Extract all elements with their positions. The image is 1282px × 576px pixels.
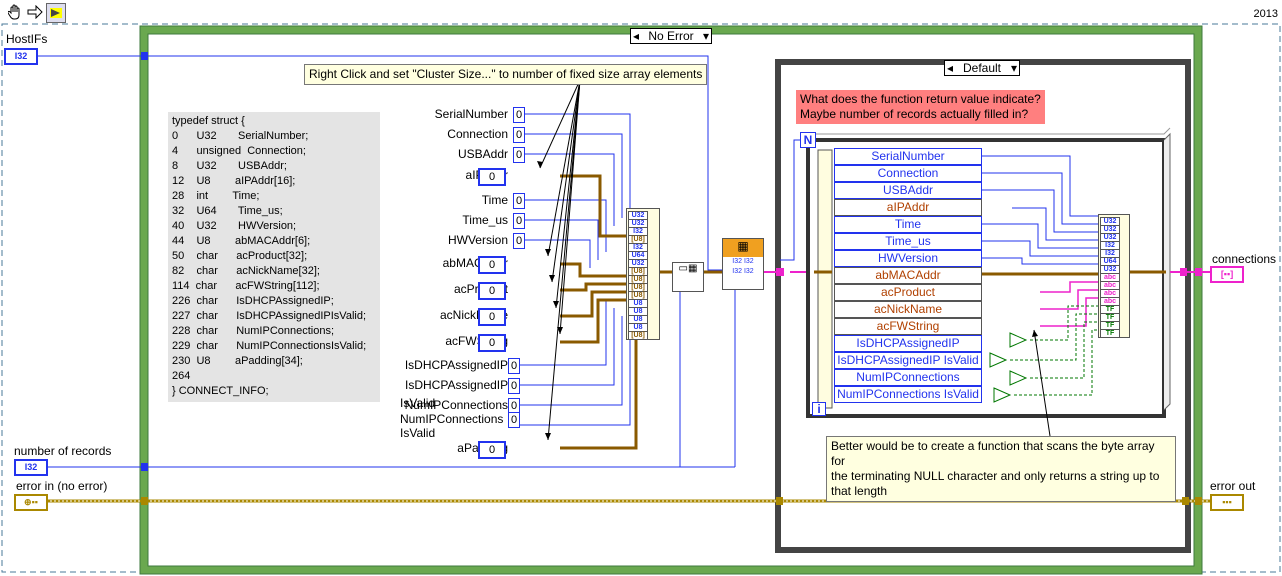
constant-label: SerialNumber (434, 107, 508, 121)
numeric-constant[interactable]: 0 (513, 107, 525, 123)
call-library-node[interactable]: ▦ I32 I32 I32 I32 (722, 238, 764, 290)
numeric-constant[interactable]: 0 (513, 147, 525, 163)
numeric-constant[interactable]: 0 (513, 213, 525, 229)
bundle-input-terminal: TF (1100, 329, 1120, 338)
constant-label: NumIPConnections (404, 398, 508, 412)
array-constant[interactable]: 0 (478, 282, 506, 300)
numeric-constant[interactable]: 0 (508, 412, 520, 428)
typedef-comment: typedef struct { 0 U32 SerialNumber; 4 uns… (168, 112, 380, 402)
constant-label: IsValid (400, 426, 436, 440)
bundle-node[interactable]: U32 U32 I32 [U8] I32 U64 U32 [U8] [U8] [U8] [U8] U8… (626, 208, 660, 340)
unbundle-field[interactable]: IsDHCPAssignedIP IsValid (834, 352, 982, 369)
case-selector-outer[interactable]: ◂ No Error ▾ (630, 28, 712, 44)
number-of-records-control[interactable]: I32 (14, 459, 48, 476)
better-line-2: the terminating NULL character and only … (831, 469, 1160, 483)
constant-label: USBAddr (457, 147, 508, 161)
constant-label: NumIPConnections (400, 412, 504, 426)
unbundle-field[interactable]: HWVersion (834, 250, 982, 267)
constant-label: IsDHCPAssignedIP (405, 378, 509, 392)
typedef-line: 226 char IsDHCPAssignedIP; (172, 295, 334, 307)
return-value-line-1: What does the function return value indi… (800, 92, 1041, 106)
constant-label: Time (481, 193, 508, 207)
unbundle-field[interactable]: NumIPConnections (834, 369, 982, 386)
typedef-line: 40 U32 HWVersion; (172, 220, 297, 232)
constant-label: Time_us (462, 213, 508, 227)
typedef-line: 82 char acNickName[32]; (172, 265, 320, 277)
array-constant[interactable]: 0 (478, 168, 506, 186)
constant-label: IsDHCPAssignedIP (404, 358, 508, 372)
typedef-line: 28 int Time; (172, 190, 260, 202)
constant-label: Connection (447, 127, 508, 141)
connections-indicator[interactable]: [▪▪] (1210, 266, 1244, 283)
bundle-input-terminal: [U8] (628, 331, 648, 340)
unbundle-field[interactable]: aIPAddr (834, 199, 982, 216)
typedef-line: 0 U32 SerialNumber; (172, 130, 309, 142)
unbundle-field[interactable]: Time_us (834, 233, 982, 250)
return-value-comment: What does the function return value indi… (796, 90, 1045, 124)
better-line-3: that length (831, 484, 888, 498)
host-ifs-control[interactable]: I32 (4, 48, 38, 65)
error-out-label: error out (1210, 479, 1256, 493)
unbundle-field[interactable]: acProduct (834, 284, 982, 301)
cluster-size-comment: Right Click and set "Cluster Size..." to… (304, 64, 708, 85)
loop-iteration-terminal[interactable]: i (812, 402, 826, 416)
unbundle-field[interactable]: IsDHCPAssignedIP (834, 335, 982, 352)
typedef-line: 264 (172, 370, 191, 382)
library-icon: ▦ (723, 239, 763, 257)
better-line-1: Better would be to create a function tha… (831, 439, 1155, 468)
typedef-line: 230 U8 aPadding[34]; (172, 355, 303, 367)
error-in-control[interactable]: ⊕▪▪ (14, 494, 48, 511)
error-in-label: error in (no error) (16, 479, 108, 493)
numeric-constant[interactable]: 0 (513, 127, 525, 143)
unbundle-field[interactable]: NumIPConnections IsValid (834, 386, 982, 403)
bundle-right-node[interactable]: U32 U32 U32 I32 I32 U64 U32 abc abc abc abc TF TF TF T… (1098, 214, 1130, 338)
typedef-line: 4 unsigned Connection; (172, 145, 306, 157)
chevron-down-icon[interactable]: ▾ (703, 29, 709, 43)
array-constant[interactable]: 0 (478, 334, 506, 352)
numeric-constant[interactable]: 0 (513, 233, 525, 249)
typedef-line: 50 char acProduct[32]; (172, 250, 308, 262)
numeric-constant[interactable]: 0 (508, 378, 520, 394)
case-selector-inner[interactable]: ◂ Default ▾ (944, 60, 1020, 76)
unbundle-field[interactable]: Time (834, 216, 982, 233)
chevron-down-icon[interactable]: ▾ (1011, 61, 1017, 75)
unbundle-field[interactable]: USBAddr (834, 182, 982, 199)
typedef-line: 227 char IsDHCPAssignedIPIsValid; (172, 310, 367, 322)
connections-label: connections (1212, 252, 1277, 266)
array-constant[interactable]: 0 (478, 441, 506, 459)
typedef-lines: typedef struct { 0 U32 SerialNumber; 4 uns… (172, 114, 376, 399)
typedef-line: typedef struct { (172, 115, 245, 127)
typedef-line: 229 char NumIPConnectionsIsValid; (172, 340, 367, 352)
typedef-line: } CONNECT_INFO; (172, 385, 269, 397)
build-array-node[interactable]: ▭▦ (672, 262, 704, 292)
typedef-line: 228 char NumIPConnections; (172, 325, 335, 337)
case-selector-outer-label: No Error (648, 29, 694, 43)
array-constant[interactable]: 0 (478, 308, 506, 326)
numeric-constant[interactable]: 0 (508, 358, 520, 374)
numeric-constant[interactable]: 0 (513, 193, 525, 209)
constant-label: HWVersion (447, 233, 508, 247)
number-of-records-label: number of records (14, 444, 112, 458)
typedef-line: 44 U8 abMACAddr[6]; (172, 235, 311, 247)
better-comment: Better would be to create a function tha… (826, 436, 1176, 502)
loop-count-terminal[interactable]: N (800, 132, 816, 148)
case-selector-inner-label: Default (962, 61, 1002, 75)
error-out-indicator[interactable]: ▪▪▪ (1210, 494, 1244, 511)
array-constant[interactable]: 0 (478, 256, 506, 274)
unbundle-field[interactable]: SerialNumber (834, 148, 982, 165)
unbundle-field[interactable]: acNickName (834, 301, 982, 318)
unbundle-field[interactable]: abMACAddr (834, 267, 982, 284)
host-ifs-label: HostIFs (6, 32, 48, 46)
return-value-line-2: Maybe number of records actually filled … (800, 107, 1029, 121)
typedef-line: 114 char acFWString[112]; (172, 280, 320, 292)
unbundle-field[interactable]: Connection (834, 165, 982, 182)
typedef-line: 12 U8 aIPAddr[16]; (172, 175, 296, 187)
unbundle-field[interactable]: acFWString (834, 318, 982, 335)
typedef-line: 32 U64 Time_us; (172, 205, 283, 217)
typedef-line: 8 U32 USBAddr; (172, 160, 287, 172)
